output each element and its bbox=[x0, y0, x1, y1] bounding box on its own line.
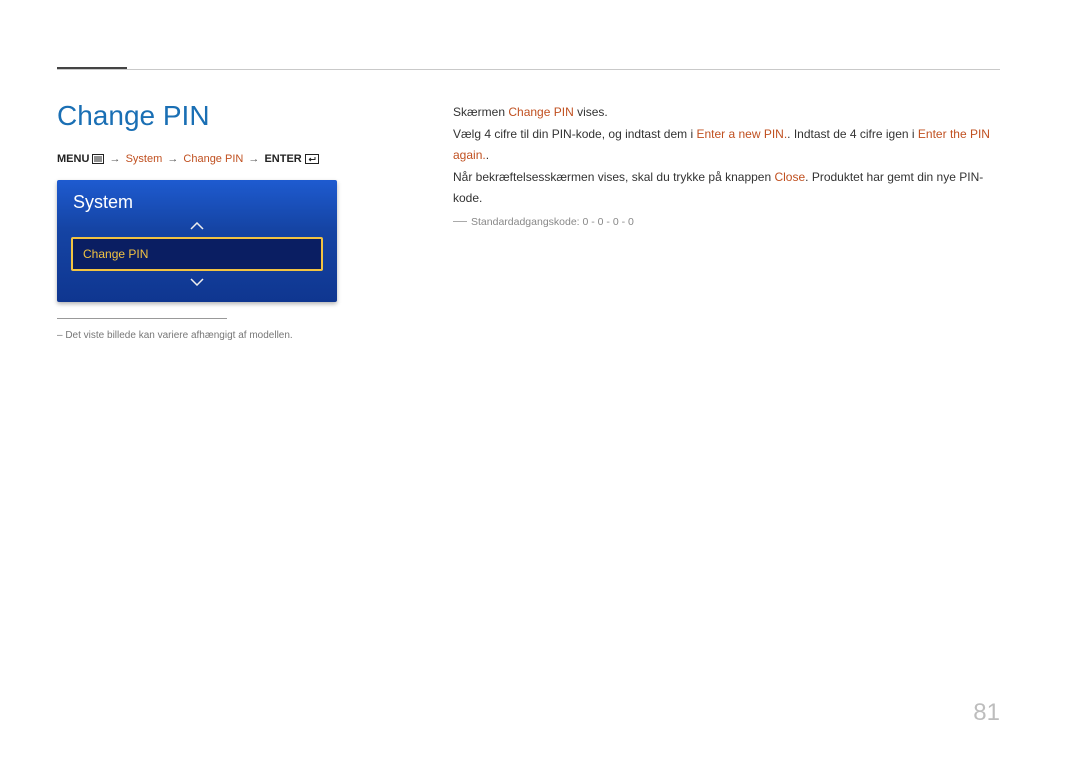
breadcrumb-system: System bbox=[126, 153, 163, 165]
panel-title: System bbox=[57, 180, 337, 219]
breadcrumb-enter: ENTER bbox=[264, 153, 301, 165]
arrow-icon: → bbox=[246, 153, 261, 165]
page-number: 81 bbox=[973, 699, 1000, 727]
divider bbox=[57, 318, 227, 319]
breadcrumb-change-pin: Change PIN bbox=[183, 153, 243, 165]
panel-item-label: Change PIN bbox=[83, 247, 148, 261]
chevron-down-icon[interactable] bbox=[71, 275, 323, 289]
panel-list: Change PIN bbox=[57, 219, 337, 299]
enter-icon bbox=[305, 153, 319, 165]
arrow-icon: → bbox=[108, 153, 123, 165]
breadcrumb-menu: MENU bbox=[57, 153, 89, 165]
dash-icon bbox=[453, 221, 467, 222]
text-highlight: Close bbox=[774, 170, 805, 184]
panel-item-change-pin[interactable]: Change PIN bbox=[71, 237, 323, 271]
text: . bbox=[486, 148, 489, 162]
body-text: Skærmen Change PIN vises. Vælg 4 cifre t… bbox=[453, 102, 1000, 232]
text-highlight: Enter a new PIN. bbox=[696, 127, 787, 141]
text: vises. bbox=[574, 105, 608, 119]
chevron-up-icon[interactable] bbox=[71, 219, 323, 233]
body-line-1: Skærmen Change PIN vises. bbox=[453, 102, 1000, 122]
text-highlight: Change PIN bbox=[508, 105, 573, 119]
menu-icon bbox=[92, 153, 107, 165]
arrow-icon: → bbox=[165, 153, 180, 165]
subnote-text: Standardadgangskode: 0 - 0 - 0 - 0 bbox=[471, 216, 634, 228]
text: Når bekræftelsesskærmen vises, skal du t… bbox=[453, 170, 774, 184]
osd-panel: System Change PIN bbox=[57, 180, 337, 302]
text: Vælg 4 cifre til din PIN-kode, og indtas… bbox=[453, 127, 696, 141]
text: Skærmen bbox=[453, 105, 508, 119]
body-subnote: Standardadgangskode: 0 - 0 - 0 - 0 bbox=[453, 214, 1000, 232]
page-title: Change PIN bbox=[57, 100, 210, 132]
breadcrumb: MENU → System → Change PIN → ENTER bbox=[57, 153, 319, 165]
panel-footnote: – Det viste billede kan variere afhængig… bbox=[57, 330, 293, 341]
body-line-2: Vælg 4 cifre til din PIN-kode, og indtas… bbox=[453, 124, 1000, 165]
text: . Indtast de 4 cifre igen i bbox=[787, 127, 918, 141]
top-rule bbox=[57, 69, 1000, 70]
body-line-3: Når bekræftelsesskærmen vises, skal du t… bbox=[453, 167, 1000, 208]
